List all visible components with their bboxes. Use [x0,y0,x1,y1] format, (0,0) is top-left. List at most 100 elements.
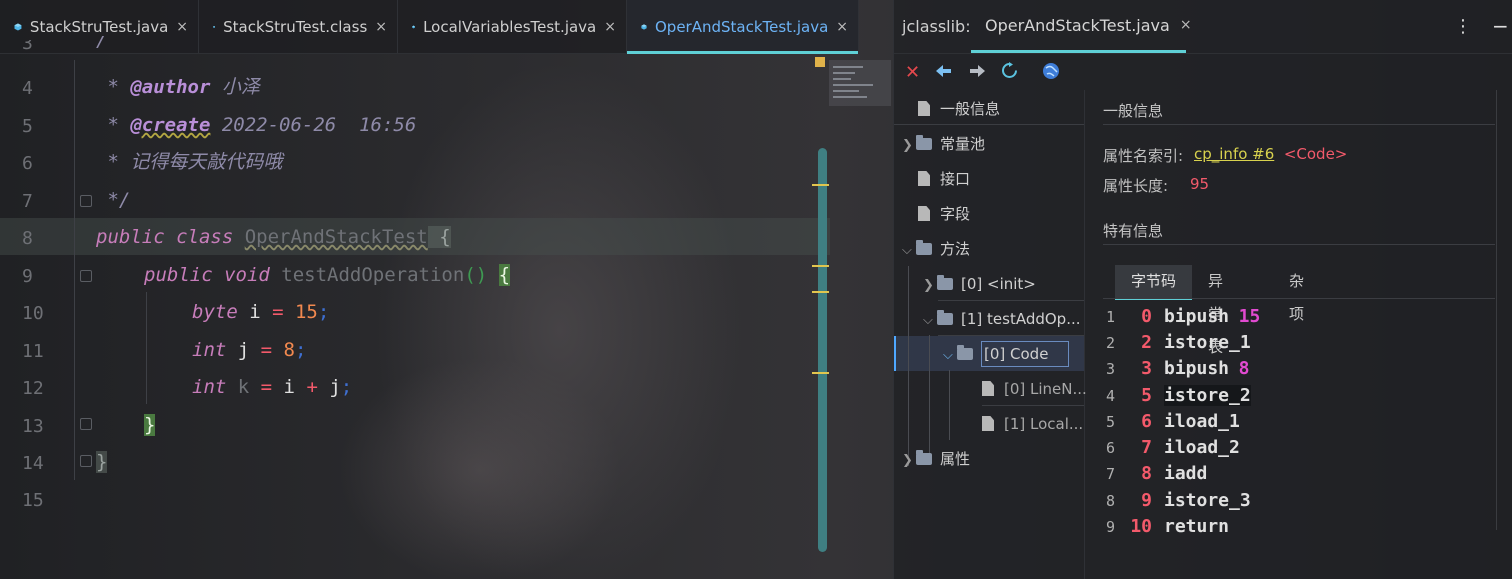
bytecode-row[interactable]: 3 3 bipush 8 [1106,356,1250,382]
line-number: 3 [22,40,33,54]
refresh-icon[interactable] [1001,62,1018,84]
forward-icon[interactable] [969,62,985,83]
tree-guide [908,266,909,466]
code-line[interactable]: * @create 2022-06-26 16:56 [96,107,416,144]
tab-localvariablestest-java[interactable]: LocalVariablesTest.java × [398,0,627,53]
code-line[interactable]: int j = 8; [192,332,306,369]
tree-item-interfaces[interactable]: 接口 [918,162,970,196]
class-file-icon [213,25,215,28]
close-icon[interactable]: × [604,19,616,35]
tab-label: OperAndStackTest.java [654,17,829,36]
bytecode-listing[interactable]: 1 0 bipush 15 2 2 istore_1 3 3 bipush 8 4 5 isto… [1106,304,1486,544]
tab-stackstrutest-class[interactable]: StackStruTest.class × [199,0,398,53]
fold-icon[interactable] [80,418,92,430]
file-icon [918,101,930,116]
tab-misc[interactable]: 杂项 [1273,265,1320,323]
folder-icon [916,239,932,255]
folder-icon [916,134,932,150]
line-number: 8 [22,228,33,249]
tab-exception-table[interactable]: 异常表 [1192,265,1239,356]
code-line[interactable]: int k = i + j; [192,369,352,406]
close-icon[interactable]: ✕ [905,62,920,83]
tree-selection-marker [894,336,896,371]
tab-label: OperAndStackTest.java [985,15,1170,35]
marker[interactable] [812,372,829,374]
chevron-down-icon[interactable]: ⌵ [902,234,916,268]
back-icon[interactable] [936,62,952,83]
close-icon[interactable]: × [176,19,188,35]
editor-scrollbar[interactable] [818,148,827,552]
tree-item-methods[interactable]: ⌵ 方法 [902,232,970,266]
fold-icon[interactable] [80,270,92,282]
chevron-down-icon[interactable]: ⌵ [923,304,937,338]
close-icon[interactable]: × [836,19,848,35]
minimize-icon[interactable]: − [1492,14,1509,38]
line-number: 13 [22,416,44,437]
tree-item-fields[interactable]: 字段 [918,197,970,231]
tab-jclasslib-operandstacktest[interactable]: OperAndStackTest.java × [971,0,1192,53]
chevron-right-icon[interactable]: ❯ [902,129,916,163]
tree-item-linenumbertable[interactable]: [0] LineN... [982,372,1087,406]
chevron-right-icon[interactable]: ❯ [902,444,916,478]
tree-item-code[interactable]: ⌵ [0] Code [943,337,1070,373]
line-number: 4 [22,78,33,99]
java-file-icon [641,23,647,30]
bytecode-row[interactable]: 7 8 iadd [1106,461,1207,487]
tree-item-localvariabletable[interactable]: [1] Local... [982,407,1083,441]
bytecode-row[interactable]: 9 10 return [1106,514,1229,540]
attr-length-value: 95 [1190,175,1210,193]
line-number: 5 [22,116,33,137]
fold-icon[interactable] [80,455,92,467]
bytecode-row[interactable]: 2 2 istore_1 [1106,330,1251,356]
file-icon [982,416,994,431]
tab-operandstacktest-java[interactable]: OperAndStackTest.java × [627,0,859,54]
attr-name-index-label: 属性名索引: [1103,147,1184,165]
folder-icon [937,309,953,325]
bytecode-row[interactable]: 6 7 iload_2 [1106,435,1240,461]
panel-scrollbar[interactable] [1496,90,1503,530]
code-line[interactable]: * 记得每天敲代码哦 [96,144,282,181]
close-icon[interactable]: × [1180,17,1192,33]
tab-label: StackStruTest.java [29,17,169,36]
bytecode-row[interactable]: 4 5 istore_2 [1106,383,1251,409]
tree-item-attributes[interactable]: ❯ 属性 [902,442,970,476]
chevron-down-icon[interactable]: ⌵ [943,339,957,373]
tree-item-method-init[interactable]: ❯ [0] <init> [923,267,1036,301]
code-line[interactable]: public void testAddOperation() { [144,257,511,294]
panel-tab-bar: jclasslib: OperAndStackTest.java × ⋮ − [894,0,1512,54]
code-line[interactable]: } [96,444,108,481]
warning-indicator-icon[interactable] [815,57,825,67]
file-icon [918,206,930,221]
tree-item-constant-pool[interactable]: ❯ 常量池 [902,127,985,161]
close-icon[interactable]: × [375,19,387,35]
divider [1103,124,1495,125]
minimap[interactable] [829,60,891,106]
bytecode-row[interactable]: 5 6 iload_1 [1106,409,1240,435]
more-options-icon[interactable]: ⋮ [1454,16,1472,37]
code-line[interactable]: byte i = 15; [192,294,329,331]
attr-name-index-link[interactable]: cp_info #6 <Code> [1194,145,1347,163]
file-icon [918,171,930,186]
bytecode-row[interactable]: 8 9 istore_3 [1106,488,1251,514]
java-file-icon [412,25,415,28]
web-icon[interactable] [1042,62,1060,85]
tree-item-general-info[interactable]: 一般信息 [918,92,1000,126]
line-number: 12 [22,378,44,399]
bytecode-row[interactable]: 1 0 bipush 15 [1106,304,1260,330]
marker[interactable] [812,184,829,186]
editor-tab-bar: StackStruTest.java × StackStruTest.class… [0,0,859,54]
general-info-heading: 一般信息 [1103,102,1164,120]
code-line[interactable]: } [144,407,156,444]
chevron-right-icon[interactable]: ❯ [923,269,937,303]
code-line[interactable]: */ [96,182,130,219]
fold-icon[interactable] [80,195,92,207]
splitter[interactable] [1084,90,1085,579]
marker[interactable] [812,265,829,267]
tree-item-method-testaddoperation[interactable]: ⌵ [1] testAddOp... [923,302,1081,336]
code-line[interactable]: public class OperAndStackTest { [96,219,451,256]
code-line[interactable]: * @author 小泽 [96,69,259,106]
line-number: 14 [22,453,44,474]
tab-bytecode[interactable]: 字节码 [1115,265,1192,300]
marker[interactable] [812,291,829,293]
panel-title: jclasslib: [902,17,971,36]
